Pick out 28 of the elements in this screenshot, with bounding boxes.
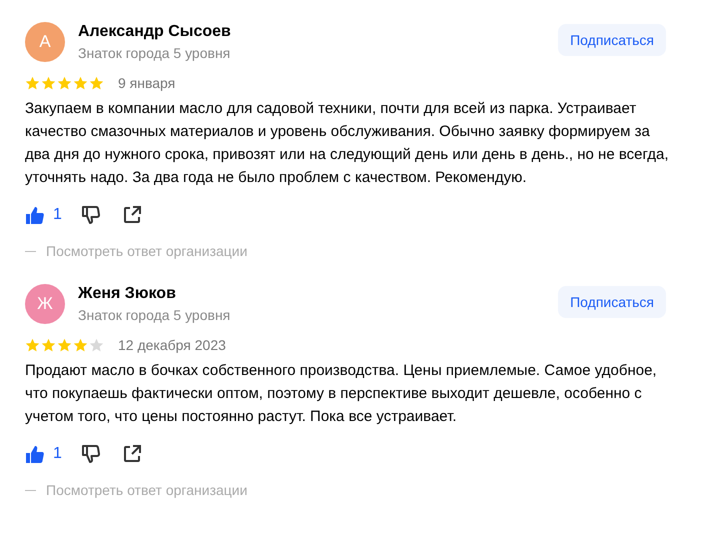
- star-icon: [73, 338, 88, 352]
- star-icon: [73, 76, 88, 90]
- dislike-button[interactable]: [82, 205, 102, 225]
- star-icon: [57, 76, 72, 90]
- star-icon: [41, 338, 56, 352]
- review-date: 12 декабря 2023: [118, 337, 226, 353]
- review-text: Продают масло в бочках собственного производства. Цены приемлемые. Самое удобное, что покупаешь фактически оптом, поэтому в перспективе выходит дешевле, особенно с учетом того, что цены постоянно растут. Пока все устраивает.: [25, 361, 658, 427]
- star-icon: [41, 76, 56, 90]
- dislike-button[interactable]: [82, 444, 102, 464]
- share-button[interactable]: [122, 444, 142, 464]
- star-icon: [25, 76, 40, 90]
- star-icon: [89, 338, 104, 352]
- star-icon: [57, 338, 72, 352]
- review-text: Закупаем в компании масло для садовой техники, почти для всей из парка. Устраивает качество смазочных материалов и уровень обслуживания. Обычно заявку формируем за два дня до нужного срока, привозят или на следующий день или день в день., но не всегда, уточнять надо. За два года не было проблем с качеством. Рекомендую.: [25, 99, 670, 188]
- subscribe-button[interactable]: Подписаться: [558, 24, 666, 56]
- star-icon: [25, 338, 40, 352]
- reviewer-name[interactable]: Женя Зюков: [78, 285, 546, 303]
- reviewer-level: Знаток города 5 уровня: [78, 307, 232, 323]
- avatar: А: [25, 22, 65, 62]
- subscribe-button[interactable]: Подписаться: [558, 286, 666, 318]
- like-button[interactable]: 1: [25, 444, 62, 464]
- star-icon: [89, 76, 104, 90]
- like-button[interactable]: 1: [25, 205, 62, 225]
- avatar: Ж: [25, 284, 65, 324]
- share-button[interactable]: [122, 205, 142, 225]
- reviewer-level: Знаток города 5 уровня: [78, 45, 232, 61]
- review-date: 9 января: [118, 75, 176, 91]
- reviewer-name[interactable]: Александр Сысоев: [78, 23, 546, 41]
